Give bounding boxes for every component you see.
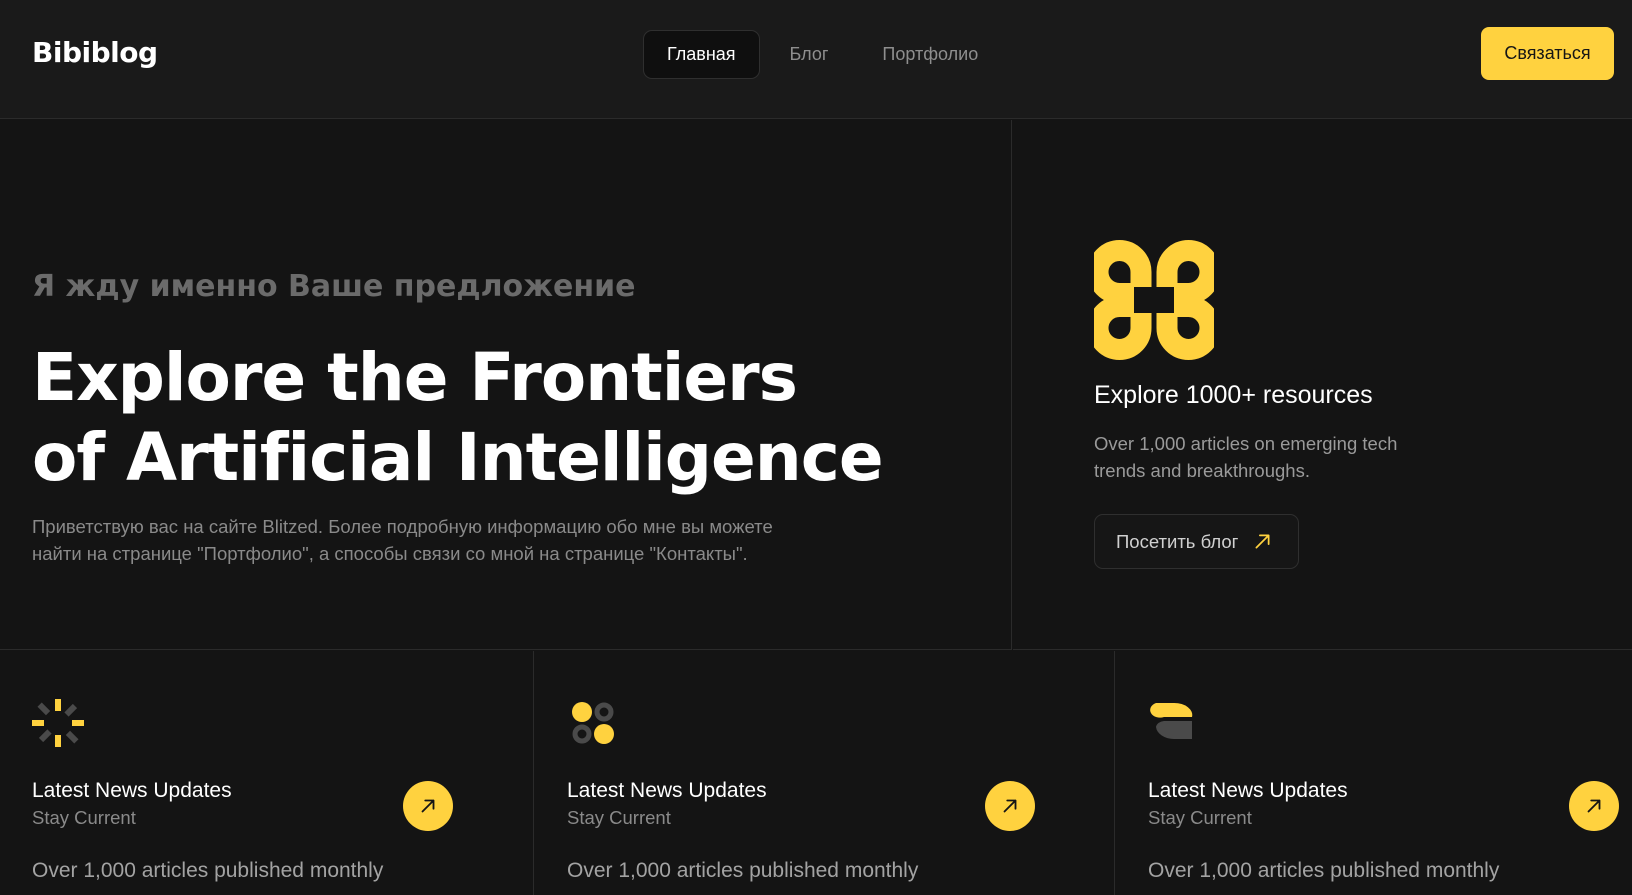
visit-blog-button[interactable]: Посетить блог [1094, 514, 1299, 569]
card-subtitle: Stay Current [567, 807, 671, 828]
arrow-up-right-icon [1255, 534, 1270, 549]
sparkle-icon [32, 699, 84, 747]
card-title: Latest News Updates [1148, 779, 1348, 802]
hero-section: Я жду именно Ваше предложение Explore th… [0, 120, 1012, 650]
card-stat: Over 1,000 articles published monthly [32, 859, 384, 882]
card-subtitle: Stay Current [1148, 807, 1252, 828]
main-nav: Главная Блог Портфолио [643, 30, 1002, 79]
contact-button[interactable]: Связаться [1481, 27, 1614, 80]
arrow-up-right-icon [1003, 799, 1017, 813]
site-header: Bibiblog Главная Блог Портфолио Связатьс… [0, 0, 1632, 119]
site-logo[interactable]: Bibiblog [32, 36, 158, 69]
card-title: Latest News Updates [567, 779, 767, 802]
card-arrow-button[interactable] [403, 781, 453, 831]
hero-eyebrow: Я жду именно Ваше предложение [32, 269, 636, 304]
arrow-up-right-icon [1587, 799, 1601, 813]
resources-description: Over 1,000 articles on emerging tech tre… [1094, 433, 1398, 481]
card-subtitle: Stay Current [32, 807, 136, 828]
hero-title-line-1: Explore the Frontiers [32, 339, 798, 416]
visit-blog-label: Посетить блог [1116, 530, 1239, 552]
resources-panel: Explore 1000+ resources Over 1,000 artic… [1013, 120, 1632, 650]
hero-title: Explore the Frontiers of Artificial Inte… [32, 338, 884, 498]
feature-card: Latest News Updates Stay Current Over 1,… [1116, 651, 1632, 895]
half-circles-icon [1150, 702, 1193, 740]
arrow-up-right-icon [421, 799, 435, 813]
nav-item-portfolio[interactable]: Портфолио [858, 30, 1002, 79]
feature-card: Latest News Updates Stay Current Over 1,… [0, 651, 534, 895]
nav-item-home[interactable]: Главная [643, 30, 760, 79]
resources-title: Explore 1000+ resources [1094, 381, 1373, 409]
feature-card: Latest News Updates Stay Current Over 1,… [535, 651, 1115, 895]
card-arrow-button[interactable] [1569, 781, 1619, 831]
nav-item-blog[interactable]: Блог [766, 30, 853, 79]
linked-rings-icon [1094, 240, 1214, 360]
card-title: Latest News Updates [32, 779, 232, 802]
hero-description: Приветствую вас на сайте Blitzed. Более … [32, 516, 773, 564]
card-stat: Over 1,000 articles published monthly [567, 859, 919, 882]
card-stat: Over 1,000 articles published monthly [1148, 859, 1500, 882]
dots-grid-icon [572, 702, 614, 744]
hero-title-line-2: of Artificial Intelligence [32, 419, 884, 496]
card-arrow-button[interactable] [985, 781, 1035, 831]
